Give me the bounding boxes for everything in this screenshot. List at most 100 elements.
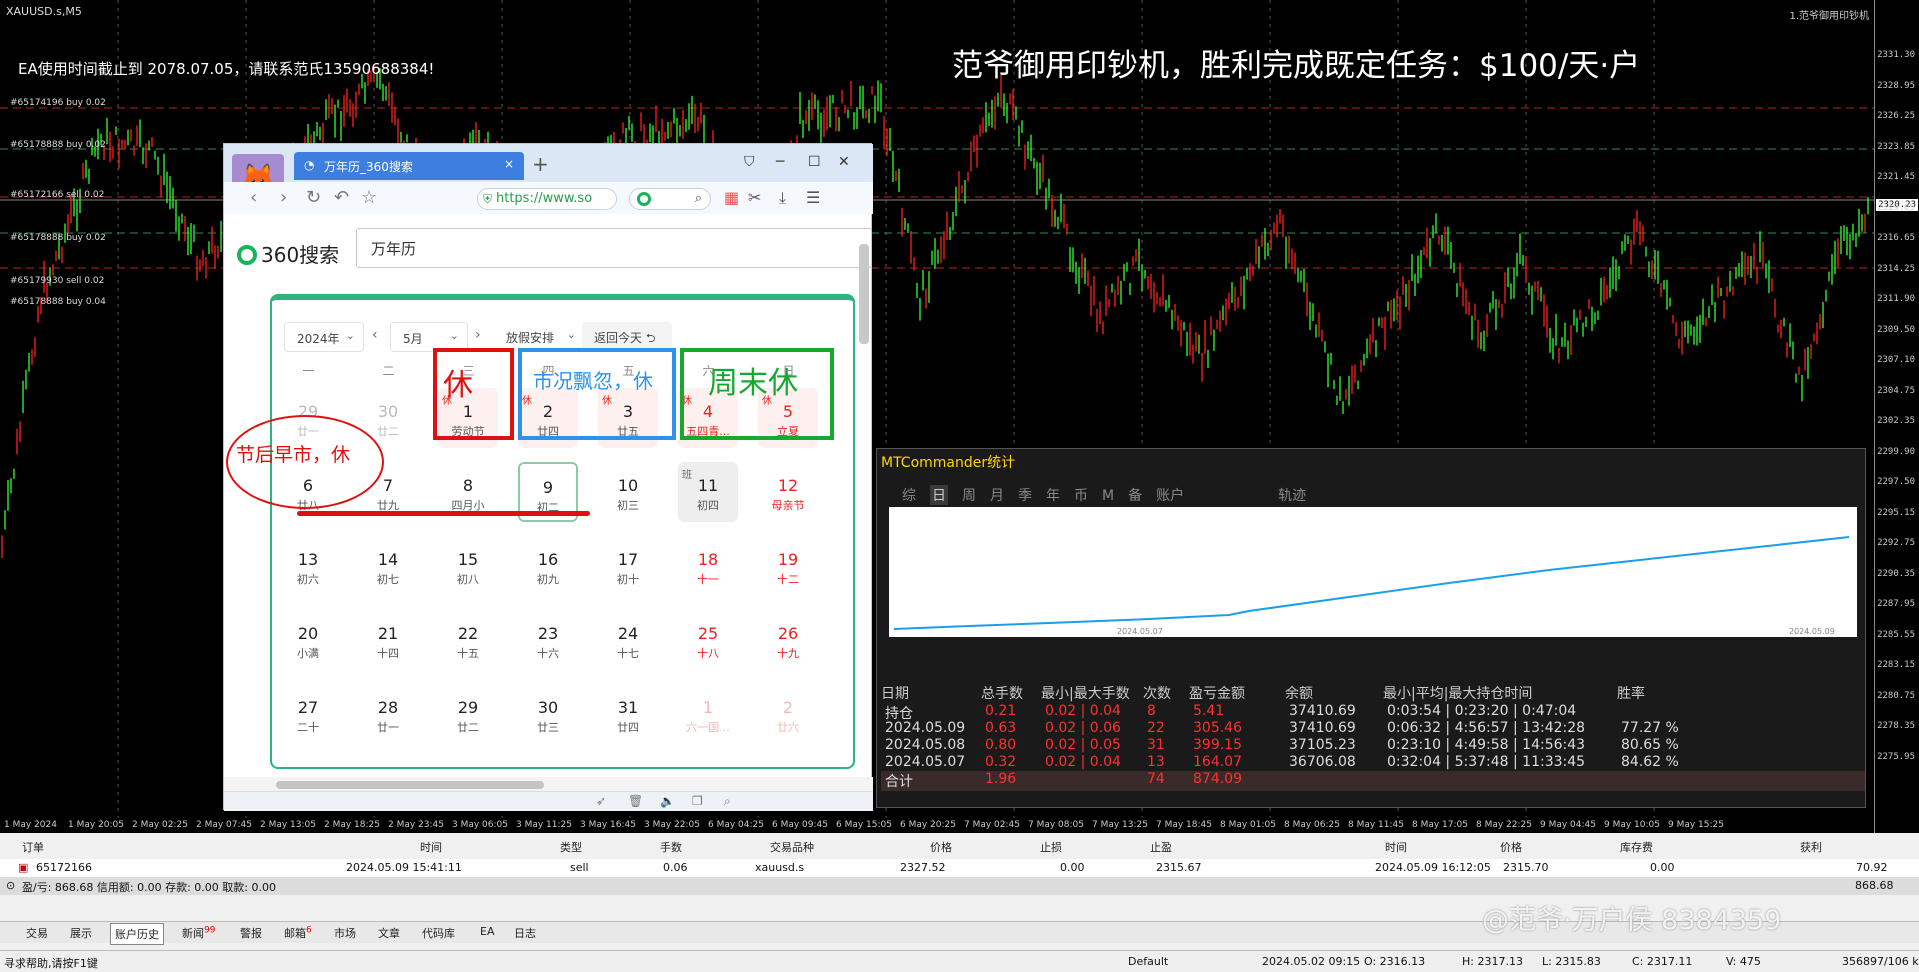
terminal-tab[interactable]: 展示 bbox=[66, 925, 96, 941]
column-header[interactable]: 价格 bbox=[930, 839, 952, 855]
shirt-icon[interactable]: ⛉ bbox=[744, 154, 755, 170]
terminal-tab[interactable]: 新闻99 bbox=[178, 925, 219, 941]
back-icon[interactable]: ‹ bbox=[250, 187, 257, 208]
mtc-tab[interactable]: 日 bbox=[930, 485, 948, 505]
mtc-tab[interactable]: 周 bbox=[962, 485, 976, 505]
mtc-tab[interactable]: 币 bbox=[1074, 485, 1088, 505]
day-lunar: 初八 bbox=[457, 573, 479, 586]
column-header[interactable]: 止损 bbox=[1040, 839, 1062, 855]
calendar-day[interactable]: 27 二十 bbox=[278, 684, 338, 744]
time-tick: 6 May 09:45 bbox=[772, 820, 828, 830]
star-icon[interactable]: ☆ bbox=[361, 187, 377, 208]
minimize-button[interactable]: ─ bbox=[776, 154, 784, 170]
year-select[interactable]: 2024年 ⌄ bbox=[284, 322, 364, 352]
price-tick: 2283.15 bbox=[1877, 660, 1915, 670]
horizontal-scrollbar[interactable] bbox=[224, 777, 873, 791]
calendar-day[interactable]: 18 十一 bbox=[678, 536, 738, 596]
terminal-tab[interactable]: 代码库 bbox=[418, 925, 459, 941]
tab-close-icon[interactable]: × bbox=[504, 157, 514, 171]
window-icon[interactable]: ❐ bbox=[692, 794, 703, 808]
calendar-day[interactable]: 10 初三 bbox=[598, 462, 658, 522]
column-header[interactable]: 价格 bbox=[1500, 839, 1522, 855]
refresh-icon[interactable]: ↻ bbox=[306, 187, 321, 208]
column-header[interactable]: 手数 bbox=[660, 839, 682, 855]
maximize-button[interactable]: ☐ bbox=[808, 154, 821, 170]
mtc-tab[interactable]: 备 bbox=[1128, 485, 1142, 505]
time-scale[interactable]: 1 May 2024 1 May 20:05 2 May 02:25 2 May 07… bbox=[0, 818, 1874, 833]
next-month-icon[interactable]: › bbox=[475, 327, 481, 343]
mtc-tab[interactable]: 账户 bbox=[1156, 485, 1184, 505]
menu-icon[interactable]: ☰ bbox=[806, 188, 820, 207]
calendar-day[interactable]: 2 廿六 bbox=[758, 684, 818, 744]
calendar-day[interactable]: 17 初十 bbox=[598, 536, 658, 596]
calendar-day[interactable]: 31 廿四 bbox=[598, 684, 658, 744]
price-scale[interactable]: 2320.23 2331.30 2328.95 2326.25 2323.85 2321… bbox=[1874, 0, 1919, 833]
calendar-day[interactable]: 25 十八 bbox=[678, 610, 738, 670]
column-header[interactable]: 交易品种 bbox=[770, 839, 814, 855]
day-number: 29 bbox=[457, 698, 479, 717]
calendar-day[interactable]: 12 母亲节 bbox=[758, 462, 818, 522]
terminal-tab[interactable]: 账户历史 bbox=[110, 923, 164, 945]
undo-icon[interactable]: ↶ bbox=[334, 187, 349, 208]
new-tab-button[interactable]: + bbox=[532, 152, 549, 176]
table-row[interactable]: 合计 1.96 74 874.09 bbox=[881, 771, 1865, 791]
search-logo[interactable]: 360搜索 bbox=[237, 239, 339, 268]
rocket-icon[interactable]: ➶ bbox=[596, 794, 606, 808]
calendar-day[interactable]: 1 六一国... bbox=[678, 684, 738, 744]
calendar-day[interactable]: 23 十六 bbox=[518, 610, 578, 670]
column-header[interactable]: 时间 bbox=[420, 839, 442, 855]
calendar-day[interactable]: 21 十四 bbox=[358, 610, 418, 670]
column-header[interactable]: 时间 bbox=[1385, 839, 1407, 855]
terminal-tab[interactable]: 交易 bbox=[22, 925, 52, 941]
mtc-tab[interactable]: 综 bbox=[902, 485, 916, 505]
forward-icon[interactable]: › bbox=[280, 187, 287, 208]
prev-month-icon[interactable]: ‹ bbox=[372, 327, 378, 343]
mtc-tab[interactable]: 轨迹 bbox=[1278, 485, 1306, 505]
column-header[interactable]: 库存费 bbox=[1620, 839, 1653, 855]
vertical-scrollbar[interactable] bbox=[859, 244, 869, 344]
download-icon[interactable]: ⤓ bbox=[779, 188, 786, 208]
calendar-day[interactable]: 13 初六 bbox=[278, 536, 338, 596]
trash-icon[interactable]: 🗑 bbox=[628, 794, 643, 808]
column-header[interactable]: 止盈 bbox=[1150, 839, 1172, 855]
calendar-day[interactable]: 班 11 初四 bbox=[678, 462, 738, 522]
day-lunar: 初十 bbox=[617, 573, 639, 586]
mtc-tab[interactable]: 年 bbox=[1046, 485, 1060, 505]
close-button[interactable]: ✕ bbox=[838, 154, 850, 170]
calendar-day[interactable]: 16 初九 bbox=[518, 536, 578, 596]
apps-icon[interactable]: ▦ bbox=[724, 188, 739, 207]
calendar-day[interactable]: 14 初七 bbox=[358, 536, 418, 596]
terminal-tab[interactable]: 文章 bbox=[374, 925, 404, 941]
terminal-tab[interactable]: 日志 bbox=[510, 925, 540, 941]
terminal-tab[interactable]: 市场 bbox=[330, 925, 360, 941]
browser-statusbar: ➶ 🗑 🔈 ❐ ⌕ bbox=[224, 791, 873, 811]
mtc-tab[interactable]: 月 bbox=[990, 485, 1004, 505]
speaker-icon[interactable]: 🔈 bbox=[660, 794, 675, 808]
address-bar[interactable]: ⛨ https://www.so bbox=[477, 188, 617, 210]
terminal-tab[interactable]: 警报 bbox=[236, 925, 266, 941]
mtc-tab[interactable]: 季 bbox=[1018, 485, 1032, 505]
search-input[interactable]: 万年历 bbox=[356, 228, 872, 268]
calendar-day[interactable]: 15 初八 bbox=[438, 536, 498, 596]
mtc-tab[interactable]: M bbox=[1102, 488, 1114, 504]
calendar-day[interactable]: 19 十二 bbox=[758, 536, 818, 596]
calendar-day[interactable]: 24 十七 bbox=[598, 610, 658, 670]
calendar-day[interactable]: 22 十五 bbox=[438, 610, 498, 670]
column-header[interactable]: 订单 bbox=[22, 839, 44, 855]
calendar-day[interactable]: 26 十九 bbox=[758, 610, 818, 670]
search-icon[interactable]: ⌕ bbox=[695, 191, 702, 206]
table-row[interactable]: ▣ 65172166 2024.05.09 15:41:11 sell 0.06 xauu… bbox=[0, 859, 1919, 877]
column-header[interactable]: 获利 bbox=[1800, 839, 1822, 855]
calendar-day[interactable]: 30 廿三 bbox=[518, 684, 578, 744]
calendar-day[interactable]: 20 小满 bbox=[278, 610, 338, 670]
browser-tab[interactable]: ◔ 万年历_360搜索 × bbox=[294, 152, 524, 180]
terminal-tab[interactable]: 邮箱6 bbox=[280, 925, 316, 941]
terminal-tab[interactable]: EA bbox=[476, 925, 498, 938]
calendar-day[interactable]: 29 廿二 bbox=[438, 684, 498, 744]
column-header[interactable]: 类型 bbox=[560, 839, 582, 855]
scroll-thumb[interactable] bbox=[276, 781, 544, 789]
zoom-icon[interactable]: ⌕ bbox=[724, 794, 731, 809]
search-box[interactable]: ⌕ bbox=[629, 188, 711, 210]
scissors-icon[interactable]: ✂ bbox=[748, 188, 761, 207]
calendar-day[interactable]: 28 廿一 bbox=[358, 684, 418, 744]
